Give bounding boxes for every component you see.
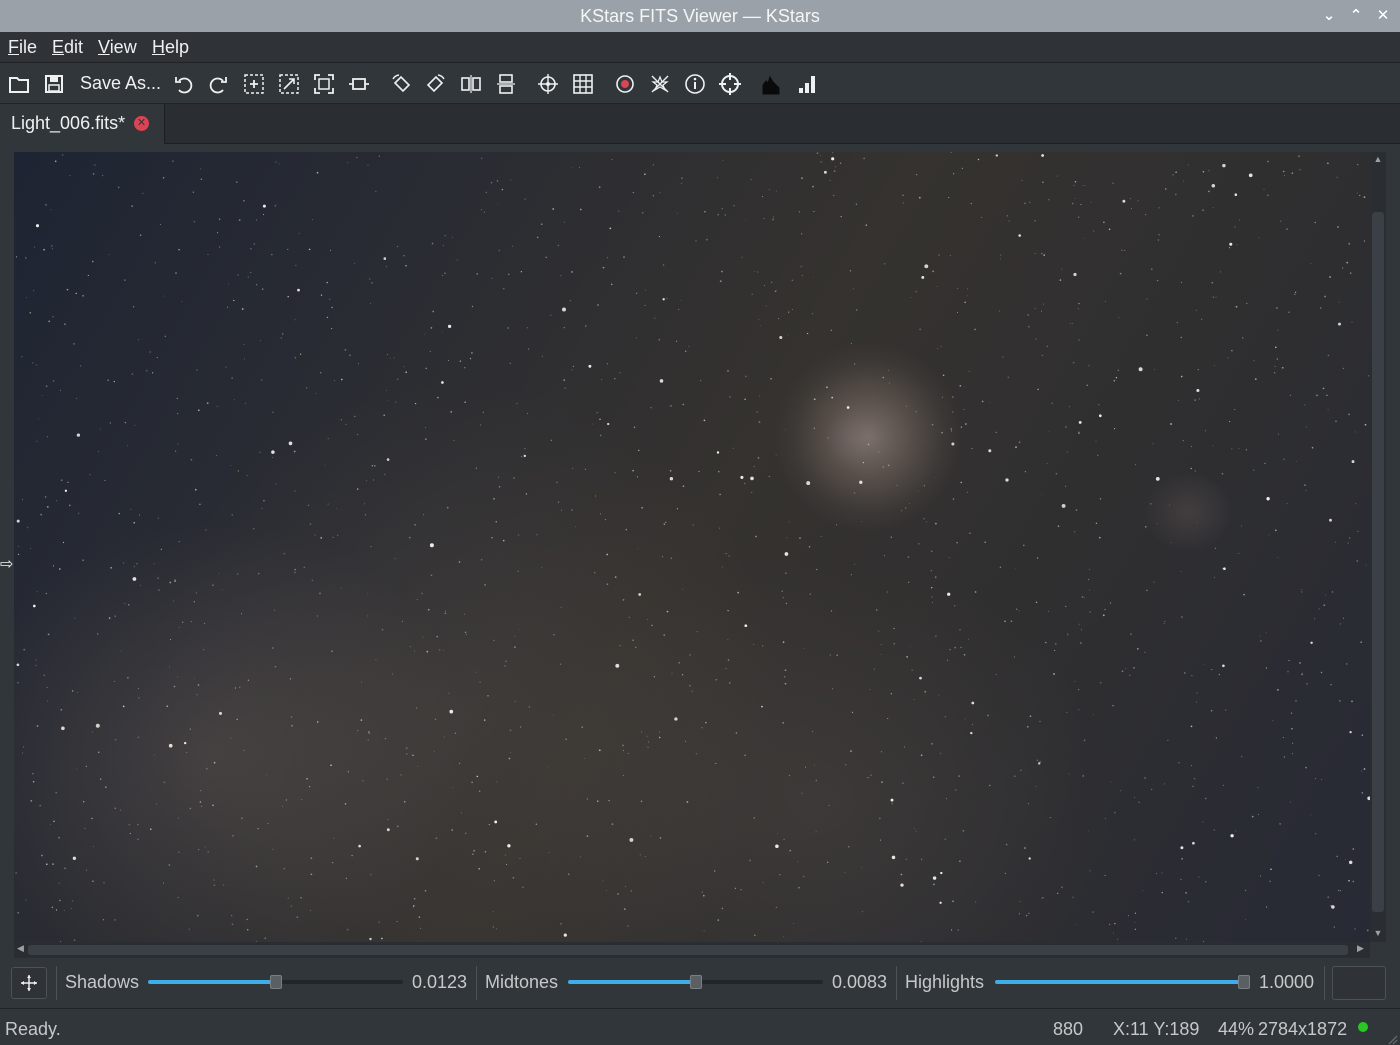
zoom-fit-icon[interactable] xyxy=(311,71,337,97)
scroll-thumb[interactable] xyxy=(28,945,1348,955)
save-icon[interactable] xyxy=(41,71,67,97)
pixel-grid-icon[interactable] xyxy=(570,71,596,97)
dock-handle-icon[interactable]: ⇨ xyxy=(0,554,13,576)
zoom-level: 44% xyxy=(1218,1019,1255,1039)
highlights-fill xyxy=(995,980,1244,984)
shadows-label: Shadows xyxy=(65,972,140,992)
crosshair-icon[interactable] xyxy=(535,71,561,97)
status-indicator xyxy=(1358,1022,1368,1032)
stretch-bar: Shadows 0.0123 Midtones 0.0083 Highlight… xyxy=(0,960,1400,1006)
separator xyxy=(896,966,897,1000)
midtones-label: Midtones xyxy=(485,972,559,992)
rotate-cw-icon[interactable] xyxy=(388,71,414,97)
tab-label: Light_006.fits* xyxy=(11,113,126,133)
scroll-left-icon[interactable]: ◀ xyxy=(17,943,24,954)
maximize-button[interactable]: ⌃ xyxy=(1345,4,1367,28)
resize-grip-icon[interactable] xyxy=(1386,1033,1398,1045)
mark-stars-icon[interactable] xyxy=(612,71,638,97)
zoom-in-icon[interactable] xyxy=(241,71,267,97)
flip-horizontal-icon[interactable] xyxy=(458,71,484,97)
highlights-value: 1.0000 xyxy=(1259,972,1315,992)
cursor-coordinates: X:11 Y:189 xyxy=(1113,1019,1200,1039)
menu-file[interactable]: File xyxy=(8,37,37,58)
starfield-image xyxy=(15,152,1370,942)
title-bar: KStars FITS Viewer — KStars ⌄ ⌃ ✕ xyxy=(0,0,1400,32)
midtones-value: 0.0083 xyxy=(832,972,888,992)
undo-icon[interactable] xyxy=(171,71,197,97)
status-message: Ready. xyxy=(5,1019,61,1039)
highlights-label: Highlights xyxy=(905,972,985,992)
statistics-icon[interactable] xyxy=(794,71,820,97)
move-icon xyxy=(21,975,37,991)
menu-bar: File Edit View Help xyxy=(0,32,1400,63)
menu-view[interactable]: View xyxy=(98,37,137,58)
highlights-knob[interactable] xyxy=(1238,975,1250,989)
shadows-fill xyxy=(148,980,276,984)
separator xyxy=(56,966,57,1000)
toolbar: Save As... xyxy=(0,64,1400,104)
scroll-down-icon[interactable]: ▼ xyxy=(1373,928,1383,938)
save-as-button[interactable]: Save As... xyxy=(80,73,161,94)
image-resolution: 2784x1872 xyxy=(1258,1019,1348,1039)
close-button[interactable]: ✕ xyxy=(1372,4,1394,28)
tab-light-006[interactable]: Light_006.fits* ✕ xyxy=(0,104,165,144)
star-profile-icon[interactable] xyxy=(647,71,673,97)
midtones-fill xyxy=(568,980,696,984)
zoom-out-icon[interactable] xyxy=(276,71,302,97)
flip-vertical-icon[interactable] xyxy=(493,71,519,97)
minimize-button[interactable]: ⌄ xyxy=(1318,4,1340,28)
highlights-slider[interactable] xyxy=(995,975,1250,989)
zoom-width-icon[interactable] xyxy=(346,71,372,97)
pixel-value: 880 xyxy=(1053,1019,1084,1039)
scroll-right-icon[interactable]: ▶ xyxy=(1357,943,1364,954)
shadows-value: 0.0123 xyxy=(412,972,468,992)
open-icon[interactable] xyxy=(6,71,32,97)
tab-bar: Light_006.fits* ✕ xyxy=(0,104,1400,144)
separator xyxy=(476,966,477,1000)
eq-grid-icon[interactable] xyxy=(717,71,743,97)
separator xyxy=(1324,966,1325,1000)
midtones-knob[interactable] xyxy=(690,975,702,989)
redo-icon[interactable] xyxy=(205,71,231,97)
scroll-up-icon[interactable]: ▲ xyxy=(1373,154,1383,164)
menu-help[interactable]: Help xyxy=(152,37,189,58)
close-tab-icon[interactable]: ✕ xyxy=(134,116,149,131)
shadows-slider[interactable] xyxy=(148,975,403,989)
histogram-icon[interactable] xyxy=(759,71,785,97)
header-info-icon[interactable] xyxy=(682,71,708,97)
scroll-thumb[interactable] xyxy=(1372,212,1384,912)
status-bar: Ready. 880 X:11 Y:189 44% 2784x1872 xyxy=(0,1008,1400,1045)
window-title: KStars FITS Viewer — KStars xyxy=(580,6,820,26)
shadows-knob[interactable] xyxy=(270,975,282,989)
horizontal-scrollbar[interactable]: ◀ ▶ xyxy=(14,942,1370,958)
midtones-slider[interactable] xyxy=(568,975,823,989)
fits-image-view[interactable] xyxy=(14,152,1370,942)
pan-mode-button[interactable] xyxy=(11,967,47,999)
stretch-options-button[interactable] xyxy=(1332,966,1386,1000)
vertical-scrollbar[interactable]: ▲ ▼ xyxy=(1370,152,1386,942)
rotate-ccw-icon[interactable] xyxy=(423,71,449,97)
menu-edit[interactable]: Edit xyxy=(52,37,83,58)
